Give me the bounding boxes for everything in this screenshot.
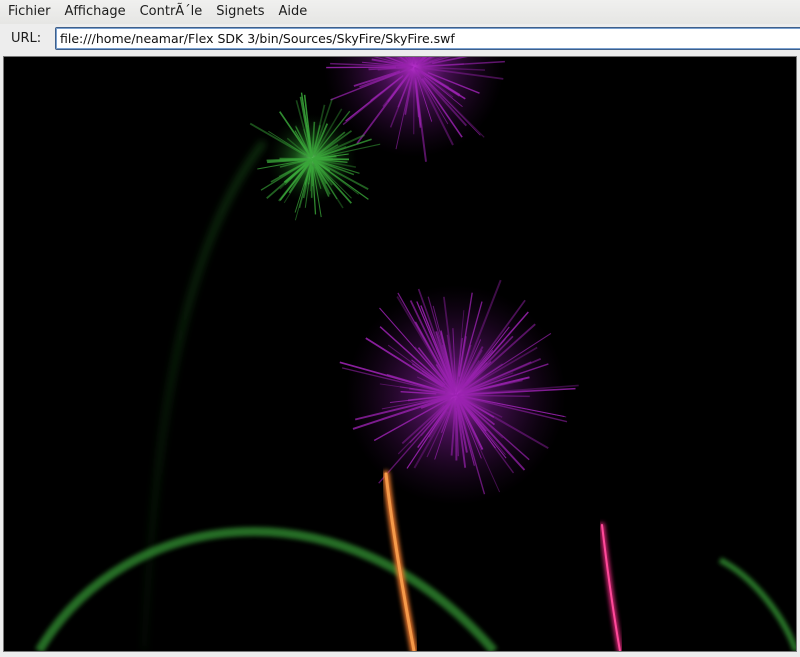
menu-fichier[interactable]: Fichier bbox=[0, 0, 57, 24]
player-window: Fichier Affichage ContrÃ´le Signets Aide… bbox=[0, 0, 800, 657]
url-bar: URL: bbox=[0, 25, 800, 53]
flash-stage[interactable] bbox=[3, 56, 797, 652]
menu-controle[interactable]: ContrÃ´le bbox=[132, 0, 209, 24]
url-input[interactable] bbox=[55, 27, 800, 50]
menu-affichage[interactable]: Affichage bbox=[57, 0, 132, 24]
stage-frame bbox=[0, 54, 800, 657]
menu-bar: Fichier Affichage ContrÃ´le Signets Aide bbox=[0, 0, 800, 24]
menu-signets[interactable]: Signets bbox=[208, 0, 270, 24]
purple-burst-center-glow bbox=[346, 285, 566, 505]
url-label: URL: bbox=[11, 31, 42, 46]
purple-burst-top-spark bbox=[326, 66, 396, 69]
menu-aide[interactable]: Aide bbox=[271, 0, 314, 24]
fireworks-canvas bbox=[4, 57, 796, 651]
